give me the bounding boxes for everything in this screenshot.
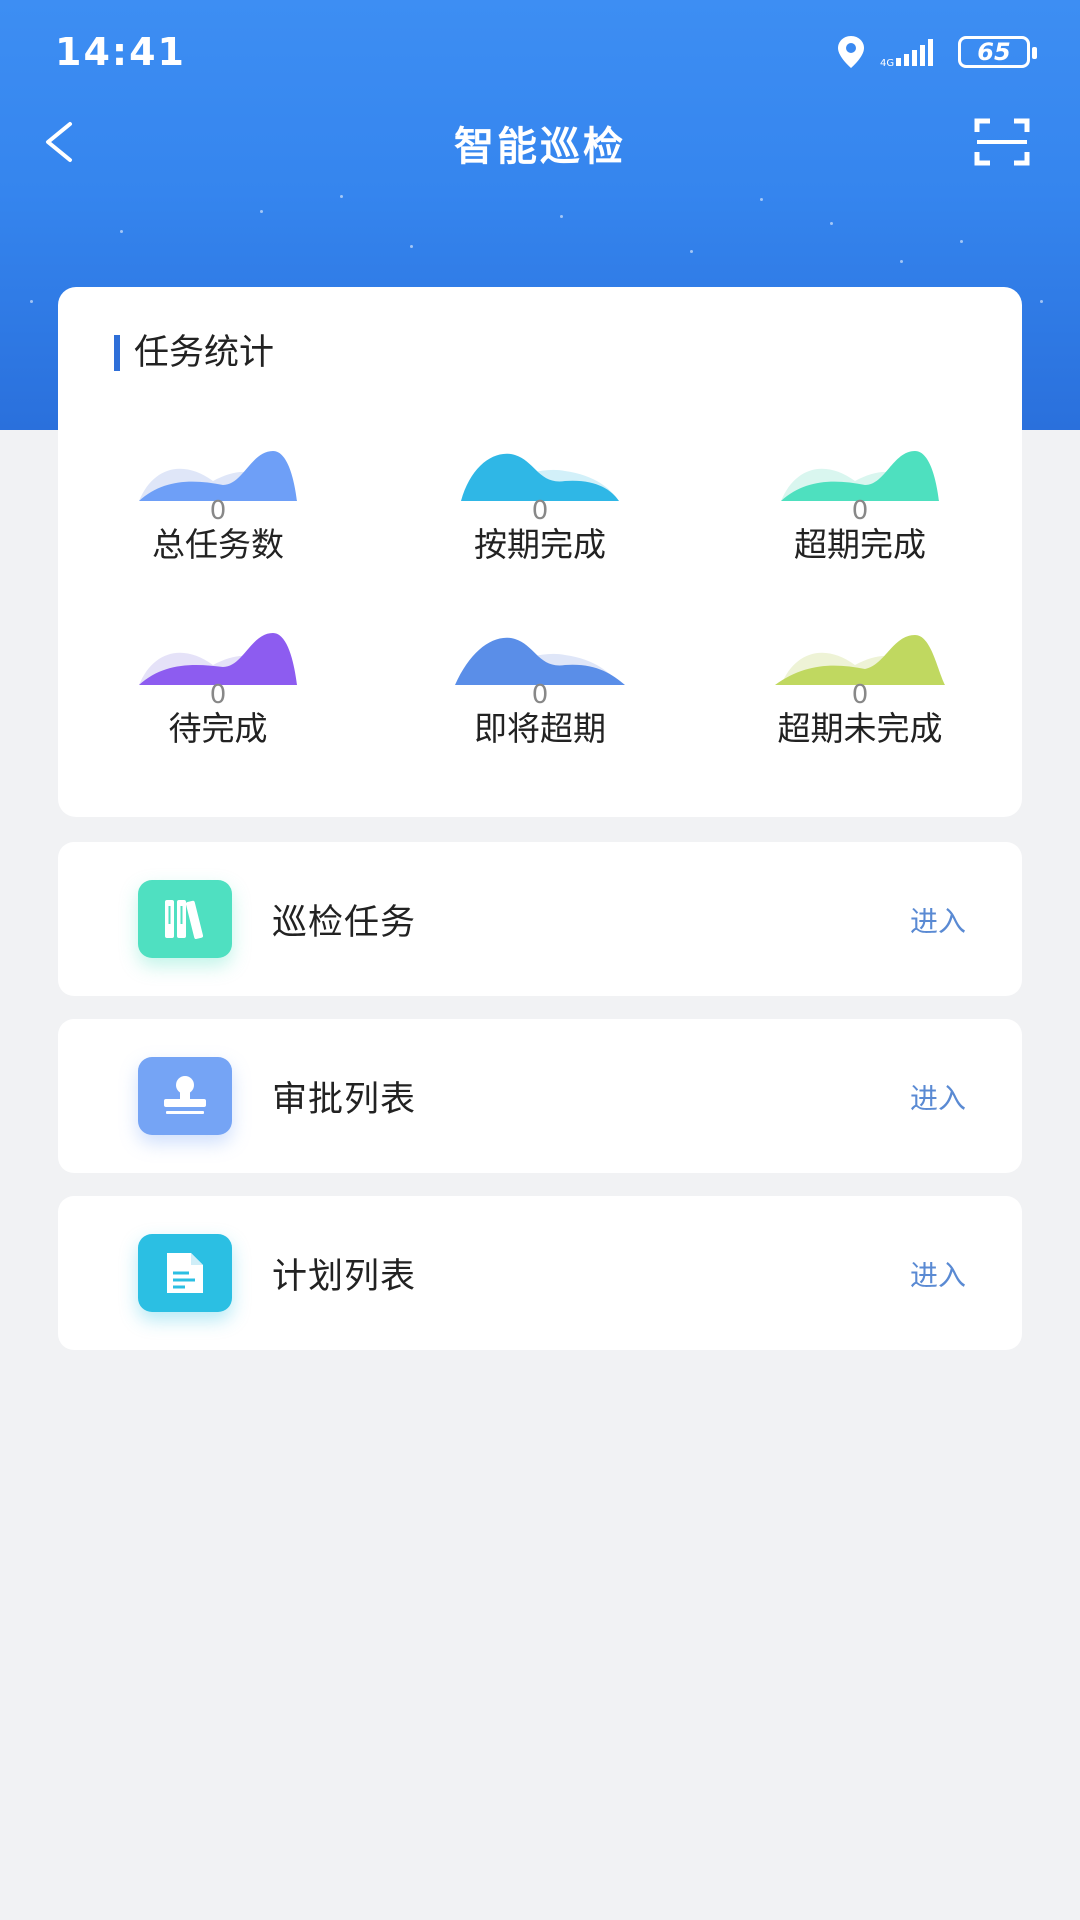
menu-label: 审批列表 [272, 1080, 417, 1120]
status-icons: 4G 65 [836, 32, 1037, 72]
menu-item-plan-list[interactable]: 计划列表 进入 [58, 1196, 1022, 1350]
nav-bar: 智能巡检 [0, 100, 1080, 180]
stat-total: 0 总任务数 [62, 445, 374, 595]
wave-chart-icon [455, 637, 625, 685]
stat-due-soon: 0 即将超期 [384, 629, 696, 779]
stat-label: 总任务数 [152, 525, 284, 564]
stat-label: 超期完成 [794, 525, 926, 564]
wave-chart-icon [461, 453, 619, 501]
stats-title: 任务统计 [114, 335, 274, 371]
stat-value: 0 [851, 496, 869, 526]
stat-overdue-undone: 0 超期未完成 [704, 629, 1016, 779]
enter-link[interactable]: 进入 [910, 1077, 966, 1117]
enter-link[interactable]: 进入 [910, 1254, 966, 1294]
location-icon [838, 36, 864, 68]
stat-value: 0 [209, 496, 227, 526]
stat-label: 超期未完成 [777, 709, 943, 748]
wave-chart-icon [139, 451, 297, 501]
wave-chart-icon [775, 635, 945, 685]
stat-label: 按期完成 [474, 525, 606, 564]
signal-icon: 4G [880, 39, 933, 68]
stat-label: 即将超期 [474, 709, 606, 748]
wave-chart-icon [139, 633, 297, 685]
battery-icon: 65 [958, 36, 1037, 68]
menu-item-inspection-tasks[interactable]: 巡检任务 进入 [58, 842, 1022, 996]
document-icon [138, 1234, 232, 1312]
svg-text:4G: 4G [880, 58, 894, 68]
status-bar: 14:41 4G 65 [0, 0, 1080, 100]
stat-value: 0 [851, 680, 869, 710]
stat-on-time: 0 按期完成 [384, 445, 696, 595]
battery-level: 65 [977, 38, 1011, 66]
menu-item-approval-list[interactable]: 审批列表 进入 [58, 1019, 1022, 1173]
scan-icon[interactable] [974, 118, 1030, 166]
stat-value: 0 [531, 680, 549, 710]
task-stats-card: 任务统计 0 总任务数 0 按期完成 0 超期完成 0 待完成 0 即将超期 0… [58, 287, 1022, 817]
status-time: 14:41 [55, 30, 186, 74]
enter-link[interactable]: 进入 [910, 900, 966, 940]
page-title: 智能巡检 [454, 124, 626, 170]
menu-label: 计划列表 [272, 1257, 417, 1297]
stat-label: 待完成 [168, 709, 268, 748]
stat-pending: 0 待完成 [62, 629, 374, 779]
stat-value: 0 [531, 496, 549, 526]
wave-chart-icon [781, 451, 939, 501]
books-icon [138, 880, 232, 958]
stat-value: 0 [209, 680, 227, 710]
stamp-icon [138, 1057, 232, 1135]
menu-label: 巡检任务 [272, 903, 417, 943]
stat-overdue-done: 0 超期完成 [704, 445, 1016, 595]
